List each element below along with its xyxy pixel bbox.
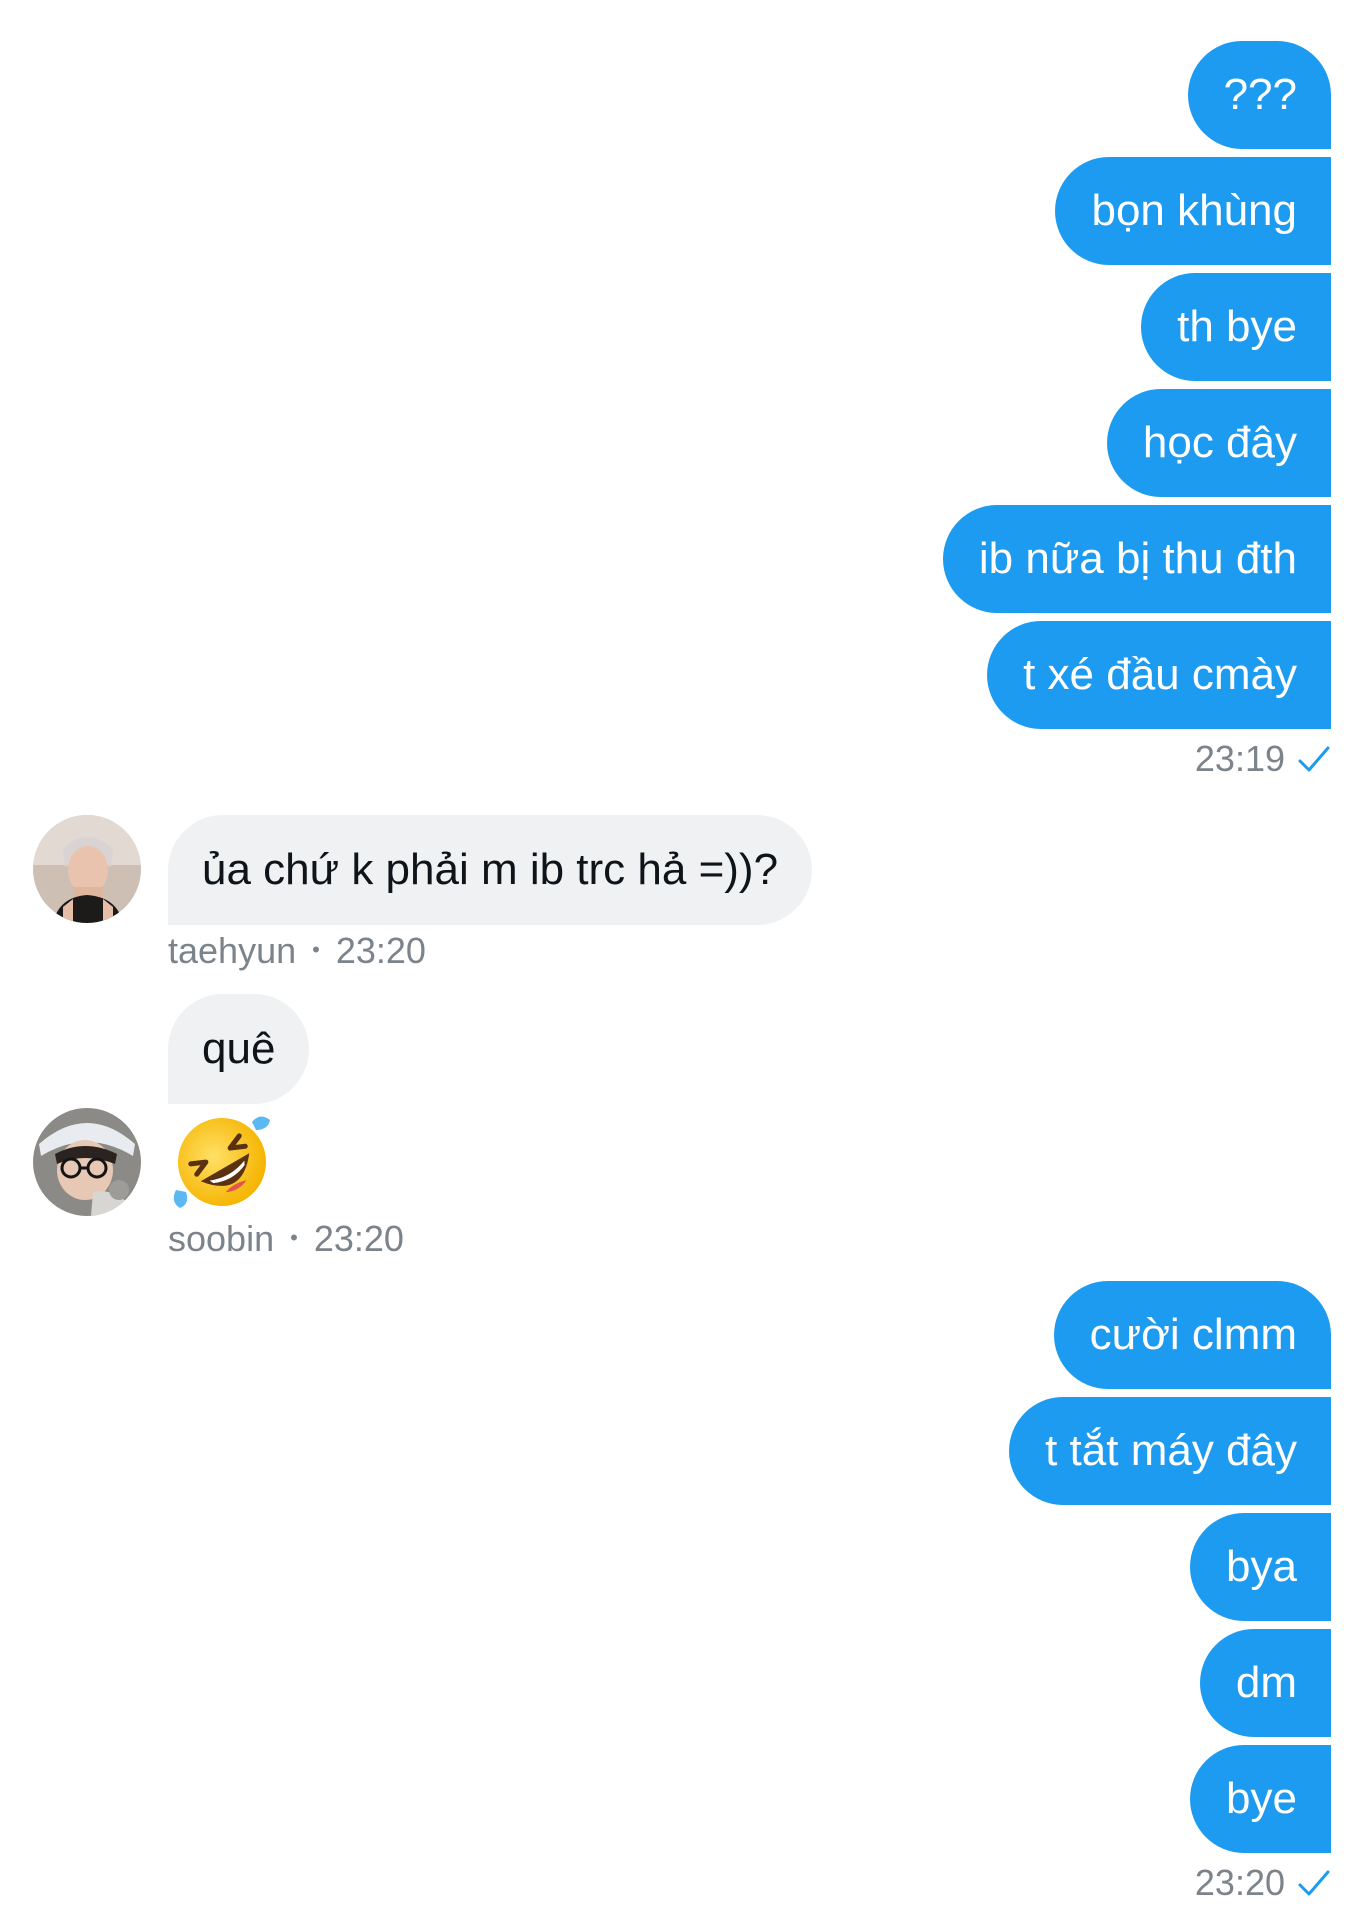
message-text: bya [1226, 1542, 1297, 1591]
rolling-on-floor-laughing-emoji [168, 1108, 276, 1216]
meta-separator: • [290, 1225, 298, 1250]
timestamp-text: 23:19 [1194, 738, 1285, 779]
message-text: bye [1226, 1774, 1297, 1823]
incoming-message[interactable]: ủa chứ k phải m ib trc hả =))? [168, 815, 813, 925]
message-text: ib nữa bị thu đth [978, 534, 1297, 583]
outgoing-message[interactable]: t xé đầu cmày [987, 621, 1331, 729]
message-text: t xé đầu cmày [1023, 650, 1297, 699]
message-text: quê [202, 1024, 276, 1073]
outgoing-message[interactable]: bya [1190, 1513, 1331, 1621]
timestamp-text: 23:20 [335, 930, 426, 971]
message-text: t tắt máy đây [1045, 1426, 1297, 1475]
read-check-icon [1297, 744, 1331, 774]
avatar-taehyun[interactable] [33, 815, 141, 923]
timestamp-text: 23:20 [1194, 1862, 1285, 1903]
outgoing-message[interactable]: dm [1199, 1629, 1331, 1737]
outgoing-timestamp: 23:20 [1195, 1862, 1331, 1904]
incoming-meta: taehyun • 23:20 [168, 930, 426, 972]
sender-name: soobin [168, 1218, 275, 1259]
outgoing-message[interactable]: bye [1190, 1745, 1331, 1853]
sender-name: taehyun [168, 930, 297, 971]
read-check-icon [1297, 1868, 1331, 1898]
message-text: học đây [1142, 418, 1297, 467]
incoming-message[interactable]: quê [168, 994, 310, 1104]
outgoing-message[interactable]: bọn khùng [1055, 157, 1331, 265]
outgoing-message[interactable]: học đây [1106, 389, 1331, 497]
outgoing-message[interactable]: t tắt máy đây [1009, 1397, 1331, 1505]
outgoing-timestamp: 23:19 [1195, 738, 1331, 780]
meta-separator: • [312, 937, 320, 962]
incoming-meta: soobin • 23:20 [168, 1218, 404, 1260]
message-text: dm [1235, 1658, 1297, 1707]
message-text: bọn khùng [1091, 186, 1297, 235]
outgoing-message[interactable]: ??? [1187, 41, 1331, 149]
message-text: th bye [1177, 302, 1297, 351]
message-text: cười clmm [1089, 1310, 1297, 1359]
timestamp-text: 23:20 [313, 1218, 404, 1259]
message-text: ủa chứ k phải m ib trc hả =))? [202, 845, 779, 894]
avatar-soobin[interactable] [33, 1108, 141, 1216]
message-text: ??? [1223, 70, 1297, 119]
outgoing-message[interactable]: cười clmm [1053, 1281, 1331, 1389]
outgoing-message[interactable]: th bye [1141, 273, 1331, 381]
outgoing-message[interactable]: ib nữa bị thu đth [942, 505, 1331, 613]
